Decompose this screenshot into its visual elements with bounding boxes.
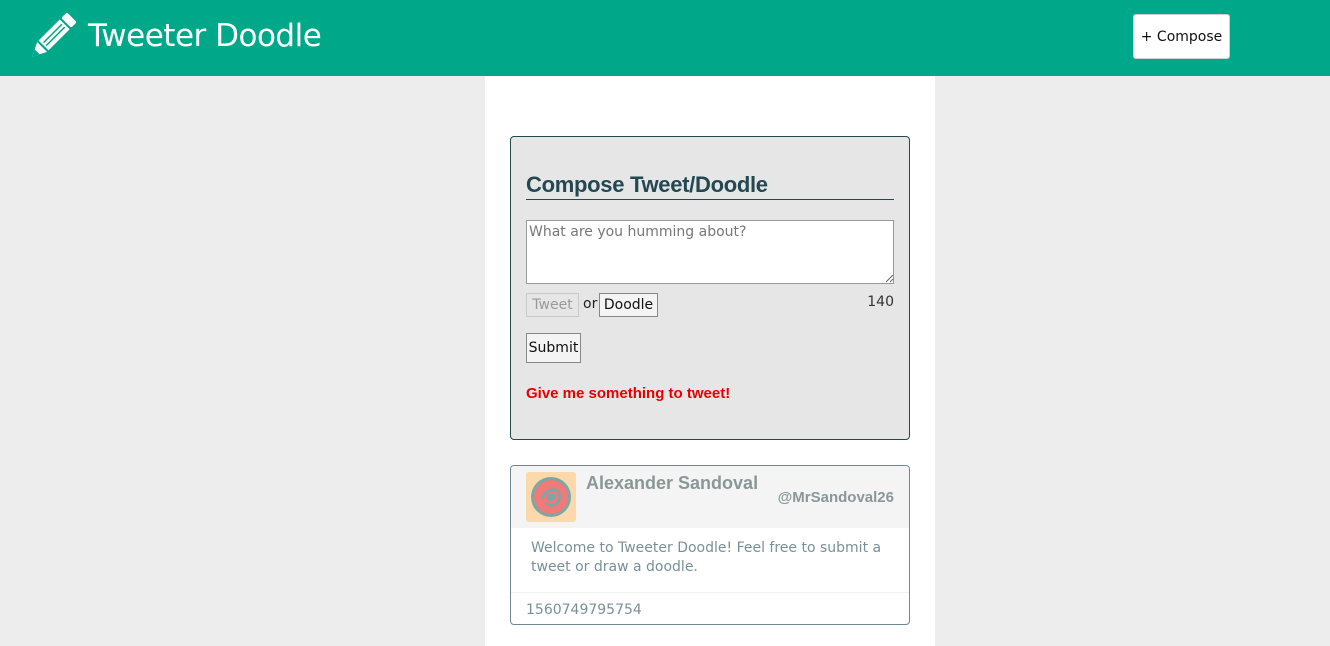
navbar: Tweeter Doodle + Compose	[0, 0, 1330, 76]
compose-title: Compose Tweet/Doodle	[526, 171, 894, 200]
compose-form: Compose Tweet/Doodle Tweet or Doodle 140…	[510, 136, 910, 440]
doodle-mode-button[interactable]: Doodle	[599, 293, 658, 317]
tweet-card: Alexander Sandoval @MrSandoval26 Welcome…	[510, 465, 910, 625]
resize-grip-icon[interactable]	[885, 274, 894, 283]
tweet-textarea[interactable]	[526, 220, 894, 284]
author-handle: @MrSandoval26	[777, 489, 894, 506]
char-counter: 140	[867, 294, 894, 310]
app-title: Tweeter Doodle	[88, 18, 322, 54]
pencil-icon	[32, 13, 76, 57]
mode-separator: or	[583, 296, 598, 312]
author-name: Alexander Sandoval	[586, 473, 759, 493]
tweet-mode-button[interactable]: Tweet	[526, 293, 579, 317]
tweet-content: Welcome to Tweeter Doodle! Feel free to …	[531, 540, 882, 575]
tweet-footer: 1560749795754	[511, 592, 909, 624]
compose-toggle-button[interactable]: + Compose	[1133, 14, 1230, 59]
tweet-header: Alexander Sandoval @MrSandoval26	[511, 466, 909, 528]
tweet-timestamp: 1560749795754	[526, 602, 642, 618]
submit-button[interactable]: Submit	[526, 333, 581, 363]
avatar	[526, 472, 576, 522]
avatar-icon	[531, 477, 571, 517]
error-message: Give me something to tweet!	[526, 385, 731, 402]
